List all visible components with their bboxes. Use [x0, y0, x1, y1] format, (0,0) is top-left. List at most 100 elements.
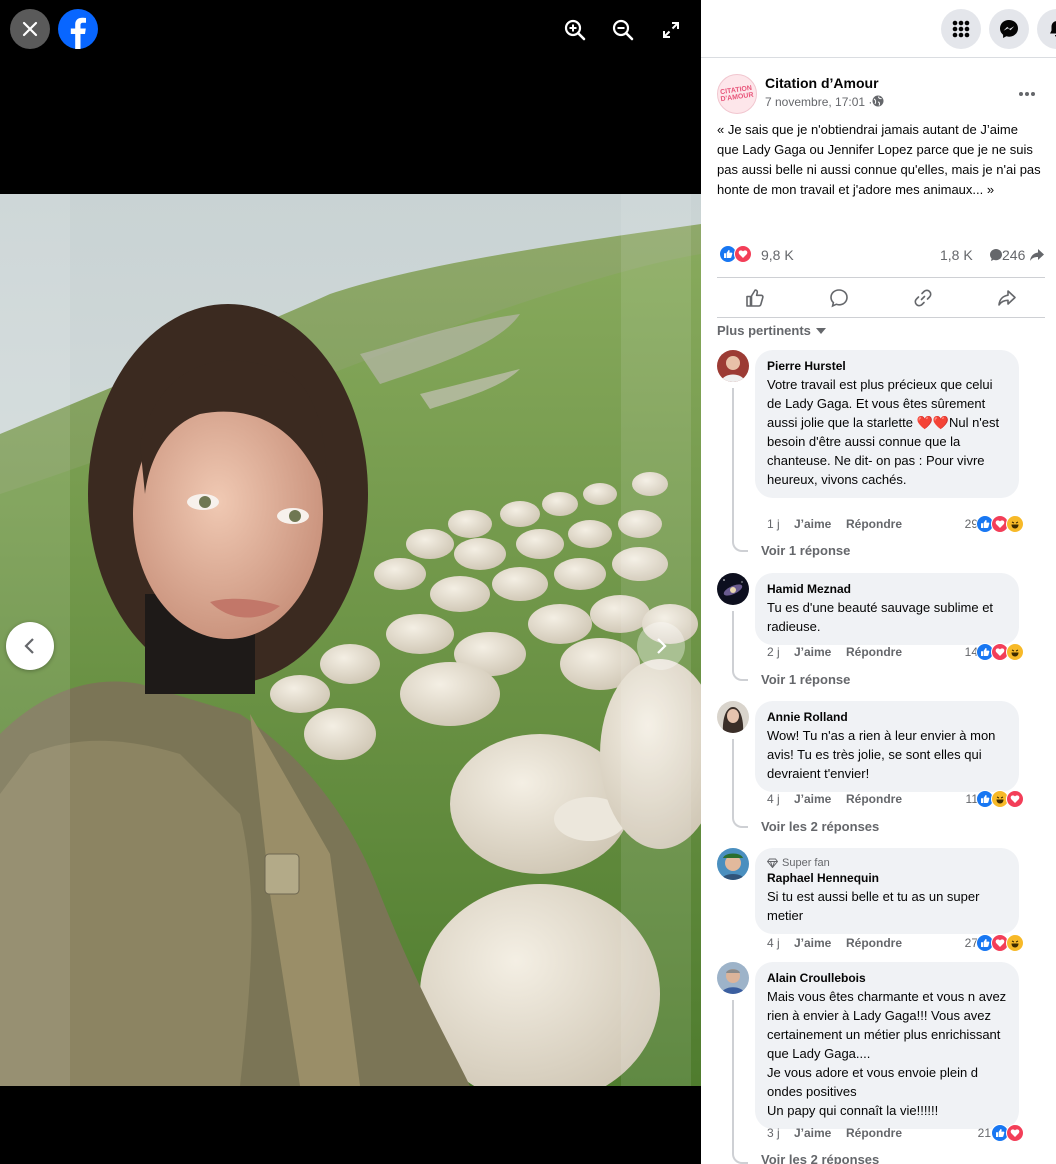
sheep [554, 558, 606, 590]
view-replies-link[interactable]: Voir 1 réponse [761, 672, 850, 687]
comment-meta: 4 j J’aime Répondre 27 [767, 934, 1027, 954]
share-button[interactable] [995, 286, 1019, 310]
view-replies-link[interactable]: Voir les 2 réponses [761, 1152, 879, 1164]
zoom-out-button[interactable] [608, 15, 638, 45]
comment-time[interactable]: 4 j [767, 936, 780, 950]
chevron-right-icon [657, 638, 667, 654]
divider [717, 317, 1045, 318]
facebook-f-icon [70, 17, 86, 49]
commenter-name[interactable]: Pierre Hurstel [767, 358, 1007, 374]
comment-bubble: Pierre Hurstel Votre travail est plus pr… [755, 350, 1019, 498]
divider [717, 277, 1045, 278]
comment-like-button[interactable]: J’aime [794, 936, 831, 950]
post-actions [717, 284, 1045, 312]
comment-reply-button[interactable]: Répondre [846, 792, 902, 806]
chevron-left-icon [24, 638, 34, 654]
comment-reply-button[interactable]: Répondre [846, 936, 902, 950]
post-date[interactable]: 7 novembre, 17:01 · [765, 95, 872, 109]
more-horizontal-icon [1019, 92, 1035, 96]
thread-line [732, 1000, 748, 1164]
comment-bubble: Alain Croullebois Mais vous êtes charman… [755, 962, 1019, 1129]
comment-reaction-icons[interactable] [976, 934, 1024, 952]
copy-link-button[interactable] [911, 286, 935, 310]
sheep [430, 576, 490, 612]
fullscreen-button[interactable] [656, 15, 686, 45]
comment-reaction-icons[interactable] [976, 643, 1024, 661]
comment-time[interactable]: 2 j [767, 645, 780, 659]
previous-photo-button[interactable] [6, 622, 54, 670]
sheep [400, 662, 500, 726]
menu-button[interactable] [941, 9, 981, 49]
comment-bubble: Annie Rolland Wow! Tu n'as a rien à leur… [755, 701, 1019, 792]
comment-meta: 3 j J’aime Répondre 21 [767, 1124, 1027, 1144]
comment-bubble: Hamid Meznad Tu es d'une beauté sauvage … [755, 573, 1019, 645]
thread-line [732, 739, 748, 828]
comment-like-button[interactable]: J’aime [794, 792, 831, 806]
zoom-in-button[interactable] [560, 15, 590, 45]
commenter-avatar[interactable] [717, 701, 749, 733]
commenter-name[interactable]: Hamid Meznad [767, 581, 1007, 597]
comment-text: Votre travail est plus précieux que celu… [767, 377, 1000, 487]
sheep [528, 604, 592, 644]
menu-grid-icon [952, 20, 970, 38]
comment-time[interactable]: 4 j [767, 792, 780, 806]
diamond-icon [767, 858, 778, 868]
sheep [448, 510, 492, 538]
sheep [492, 567, 548, 601]
thread-line [732, 388, 748, 552]
zoom-out-icon [612, 19, 634, 41]
close-button[interactable] [10, 9, 50, 49]
love-reaction-icon [1006, 1124, 1024, 1142]
post-text: « Je sais que je n'obtiendrai jamais aut… [717, 122, 1041, 197]
comment-sort-dropdown[interactable]: Plus pertinents [717, 323, 826, 338]
reactions-summary: 9,8 K 1,8 K 246 [717, 244, 1045, 266]
view-replies-link[interactable]: Voir 1 réponse [761, 543, 850, 558]
comment-reply-button[interactable]: Répondre [846, 645, 902, 659]
comment-reaction-icons[interactable] [991, 1124, 1024, 1142]
comment-count[interactable]: 1,8 K [940, 247, 973, 263]
share-count[interactable]: 246 [1002, 247, 1025, 263]
commenter-name[interactable]: Annie Rolland [767, 709, 1007, 725]
haha-reaction-icon [1006, 515, 1024, 533]
comment-bubble-icon [990, 249, 1002, 261]
view-replies-link[interactable]: Voir les 2 réponses [761, 819, 879, 834]
sheep [542, 492, 578, 516]
thread-line [732, 611, 748, 681]
commenter-name[interactable]: Raphael Hennequin [767, 870, 1007, 886]
commenter-avatar[interactable] [717, 962, 749, 994]
sheep [406, 529, 454, 559]
comment-like-button[interactable]: J’aime [794, 1126, 831, 1140]
comment-like-button[interactable]: J’aime [794, 517, 831, 531]
fullscreen-icon [663, 22, 679, 38]
comment-reaction-count[interactable]: 21 [978, 1126, 991, 1140]
sort-label: Plus pertinents [717, 323, 811, 338]
facebook-logo[interactable] [58, 9, 98, 49]
comment-reply-button[interactable]: Répondre [846, 1126, 902, 1140]
link-icon [914, 289, 932, 307]
commenter-avatar[interactable] [717, 848, 749, 880]
reaction-count[interactable]: 9,8 K [761, 247, 794, 263]
photo-viewer [0, 0, 701, 1164]
comment-reaction-icons[interactable] [976, 515, 1024, 533]
comment-reply-button[interactable]: Répondre [846, 517, 902, 531]
post-panel: CITATION D'AMOUR Citation d’Amour 7 novem… [701, 0, 1056, 1164]
comment-time[interactable]: 3 j [767, 1126, 780, 1140]
page-avatar[interactable]: CITATION D'AMOUR [717, 74, 757, 114]
comment-text: Mais vous êtes charmante et vous n avez … [767, 989, 1007, 1118]
comment-button[interactable] [827, 286, 851, 310]
more-options-button[interactable] [1013, 80, 1041, 108]
close-icon [22, 21, 38, 37]
comment-reaction-icons[interactable] [976, 790, 1024, 808]
page-name[interactable]: Citation d’Amour [765, 75, 879, 91]
commenter-avatar[interactable] [717, 350, 749, 382]
next-photo-button[interactable] [637, 622, 685, 670]
comment-like-button[interactable]: J’aime [794, 645, 831, 659]
reaction-icons[interactable] [719, 245, 752, 263]
like-button[interactable] [743, 286, 767, 310]
messenger-button[interactable] [989, 9, 1029, 49]
notifications-button[interactable] [1037, 9, 1056, 49]
commenter-name[interactable]: Alain Croullebois [767, 970, 1007, 986]
sheep [374, 558, 426, 590]
commenter-avatar[interactable] [717, 573, 749, 605]
comment-time[interactable]: 1 j [767, 517, 780, 531]
